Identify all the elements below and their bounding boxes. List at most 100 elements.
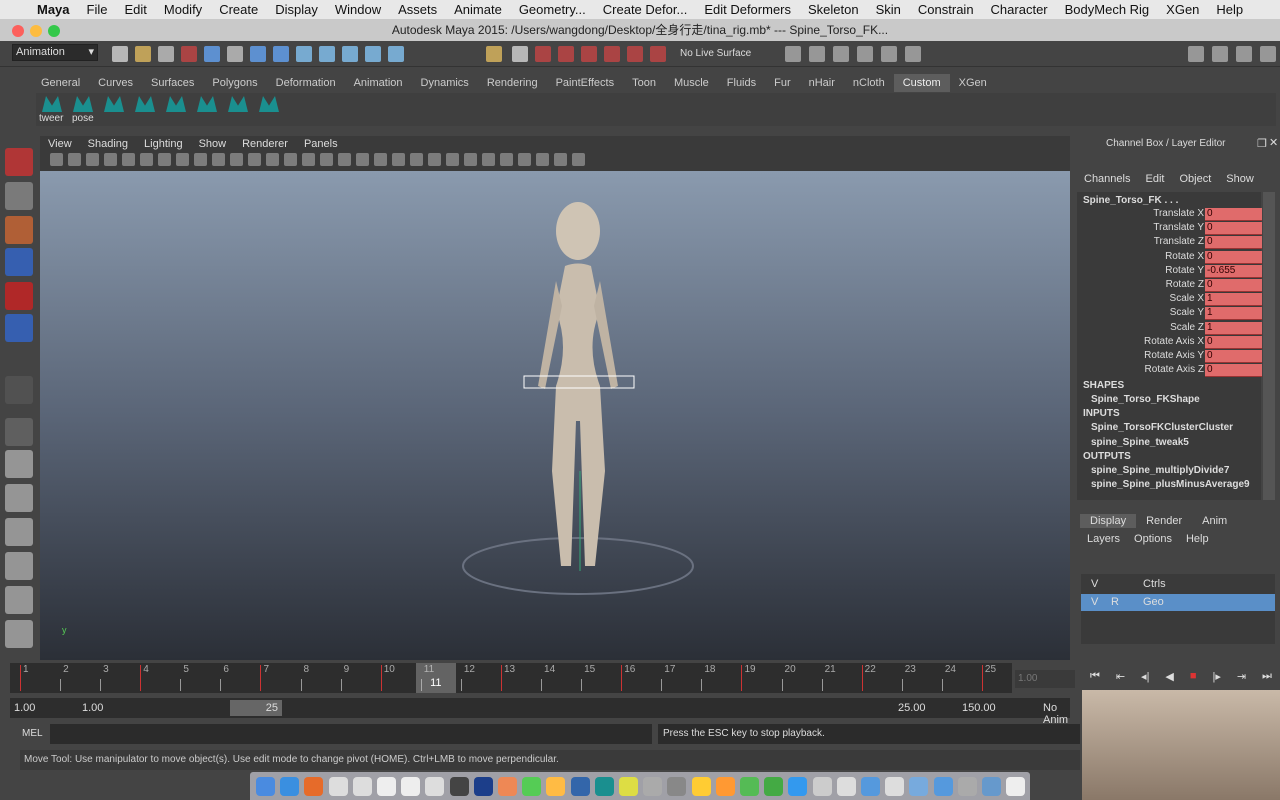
menu-set-dropdown[interactable]: Animation ▾ <box>12 44 98 61</box>
four-pane-layout-icon[interactable] <box>5 450 33 478</box>
step-forward-icon[interactable]: |▸ <box>1212 670 1220 688</box>
layer-menu-layers[interactable]: Layers <box>1087 533 1120 545</box>
render-tool-icon[interactable] <box>833 46 849 62</box>
dock-app-icon[interactable] <box>812 777 832 796</box>
viewport-menu-show[interactable]: Show <box>191 136 235 152</box>
dock-app-icon[interactable] <box>377 777 396 796</box>
two-pane-layout-icon[interactable] <box>5 484 33 512</box>
status-tool-icon[interactable] <box>319 46 335 62</box>
status-tool-icon[interactable] <box>342 46 358 62</box>
status-tool-icon[interactable] <box>512 46 528 62</box>
channel-value[interactable]: 0 <box>1205 364 1262 378</box>
viewport-tool-icon[interactable] <box>518 153 531 166</box>
status-tool-icon[interactable] <box>365 46 381 62</box>
dock-app-icon[interactable] <box>740 777 759 796</box>
dock-app-icon[interactable] <box>788 777 808 796</box>
float-icon[interactable]: ❐ <box>1257 137 1267 150</box>
shelf-script-icon[interactable] <box>104 96 124 112</box>
viewport-tool-icon[interactable] <box>338 153 351 166</box>
viewport-menu-view[interactable]: View <box>40 136 80 152</box>
shelf-tab-muscle[interactable]: Muscle <box>665 74 718 92</box>
status-tool-icon[interactable] <box>627 46 643 62</box>
node-item[interactable]: spine_Spine_tweak5 <box>1091 437 1189 448</box>
dock-app-icon[interactable] <box>982 777 1001 796</box>
dock-app-icon[interactable] <box>667 777 687 796</box>
channel-row[interactable]: Translate X0 <box>1082 208 1262 222</box>
layer-name[interactable]: Ctrls <box>1143 578 1166 590</box>
status-tool-icon[interactable] <box>558 46 574 62</box>
channel-row[interactable]: Scale Y1 <box>1082 307 1262 321</box>
dock-app-icon[interactable] <box>619 777 638 796</box>
shelf-script-icon[interactable] <box>73 96 93 112</box>
menu-help[interactable]: Help <box>1216 2 1243 17</box>
viewport-tool-icon[interactable] <box>536 153 549 166</box>
shelf-script-icon[interactable] <box>42 96 62 112</box>
dock-app-icon[interactable] <box>570 777 590 796</box>
step-back-icon[interactable]: ◂| <box>1141 670 1149 688</box>
paint-select-icon[interactable] <box>5 216 33 244</box>
menu-create[interactable]: Create <box>219 2 258 17</box>
dock-app-icon[interactable] <box>836 777 856 796</box>
viewport-tool-icon[interactable] <box>230 153 243 166</box>
shelf-tab-general[interactable]: General <box>32 74 89 92</box>
layer-tab-render[interactable]: Render <box>1136 514 1192 528</box>
visibility-toggle[interactable]: V <box>1091 596 1098 608</box>
channel-value[interactable]: 0 <box>1205 279 1262 292</box>
viewport-tool-icon[interactable] <box>158 153 171 166</box>
dock-app-icon[interactable] <box>449 777 469 796</box>
live-surface-label[interactable]: No Live Surface <box>680 48 751 59</box>
layout-icon[interactable] <box>1236 46 1252 62</box>
layout-icon[interactable] <box>1188 46 1204 62</box>
display-type-toggle[interactable]: R <box>1111 596 1119 608</box>
outliner-layout-icon[interactable] <box>5 518 33 546</box>
3d-viewport[interactable]: y <box>40 171 1070 660</box>
viewport-tool-icon[interactable] <box>302 153 315 166</box>
dock-app-icon[interactable] <box>425 777 445 796</box>
channel-value[interactable]: 0 <box>1205 350 1262 363</box>
single-pane-layout-icon[interactable] <box>5 418 33 446</box>
channel-row[interactable]: Rotate X0 <box>1082 250 1262 265</box>
minimize-window-button[interactable] <box>30 25 42 37</box>
shelf-tab-deformation[interactable]: Deformation <box>267 74 345 92</box>
viewport-tool-icon[interactable] <box>374 153 387 166</box>
viewport-tool-icon[interactable] <box>104 153 117 166</box>
shelf-tab-curves[interactable]: Curves <box>89 74 142 92</box>
layout-icon[interactable] <box>1260 46 1276 62</box>
shelf-tab-animation[interactable]: Animation <box>345 74 412 92</box>
shelf-tab-fur[interactable]: Fur <box>765 74 800 92</box>
step-back-key-icon[interactable]: ⇤ <box>1116 670 1125 688</box>
dock-app-icon[interactable] <box>957 777 977 796</box>
dock-app-icon[interactable] <box>328 777 348 796</box>
status-tool-icon[interactable] <box>181 46 197 62</box>
node-item[interactable]: Spine_TorsoFKClusterCluster <box>1091 422 1233 433</box>
visibility-toggle[interactable]: V <box>1091 578 1098 590</box>
layer-menu-options[interactable]: Options <box>1134 533 1172 545</box>
node-item[interactable]: spine_Spine_multiplyDivide7 <box>1091 465 1229 476</box>
viewport-tool-icon[interactable] <box>320 153 333 166</box>
viewport-tool-icon[interactable] <box>572 153 585 166</box>
status-tool-icon[interactable] <box>204 46 220 62</box>
last-tool-icon[interactable] <box>5 376 33 404</box>
render-tool-icon[interactable] <box>857 46 873 62</box>
current-frame-marker[interactable]: 11 <box>415 663 456 693</box>
play-back-icon[interactable]: ◀ <box>1165 670 1173 688</box>
channel-value[interactable]: 1 <box>1205 321 1262 335</box>
shelf-tab-nhair[interactable]: nHair <box>800 74 844 92</box>
range-end-field[interactable]: 25.00 <box>898 702 926 714</box>
end-time-field[interactable]: 150.00 <box>962 702 996 714</box>
dock-app-icon[interactable] <box>764 777 784 796</box>
channel-value[interactable]: 1 <box>1205 307 1262 321</box>
shelf-tab-xgen[interactable]: XGen <box>950 74 996 92</box>
channel-value[interactable]: 0 <box>1205 208 1262 221</box>
viewport-tool-icon[interactable] <box>266 153 279 166</box>
menu-create-defor-[interactable]: Create Defor... <box>603 2 688 17</box>
start-time-field[interactable]: 1.00 <box>14 702 35 714</box>
current-time-field[interactable]: 1.00 <box>1015 670 1075 688</box>
dock-app-icon[interactable] <box>352 777 372 796</box>
viewport-tool-icon[interactable] <box>248 153 261 166</box>
dock-app-icon[interactable] <box>473 777 493 796</box>
viewport-tool-icon[interactable] <box>212 153 225 166</box>
viewport-menu-renderer[interactable]: Renderer <box>234 136 296 152</box>
dock-app-icon[interactable] <box>861 777 880 796</box>
range-start-field[interactable]: 1.00 <box>82 702 103 714</box>
